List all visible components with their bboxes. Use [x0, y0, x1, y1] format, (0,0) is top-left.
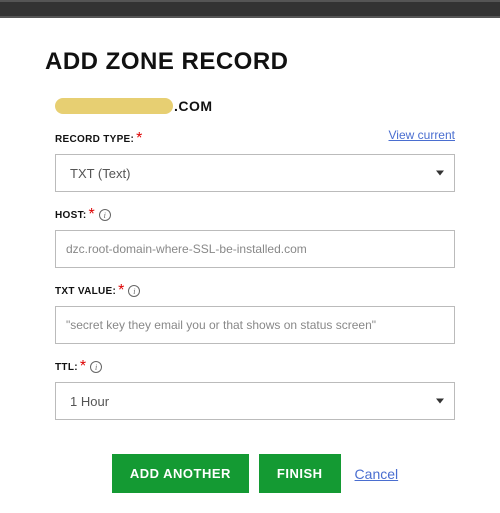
ttl-label: TTL: — [55, 362, 78, 373]
txt-value-input-wrap — [55, 306, 455, 344]
form-container: ADD ZONE RECORD .COM RECORD TYPE: * View… — [0, 18, 500, 513]
ttl-value: 1 Hour — [70, 394, 109, 409]
domain-suffix: .COM — [174, 98, 213, 114]
view-current-link[interactable]: View current — [389, 128, 455, 142]
field-record-type: RECORD TYPE: * View current TXT (Text) — [55, 130, 455, 192]
info-icon[interactable]: i — [90, 361, 102, 373]
host-label: HOST: — [55, 210, 87, 221]
txt-value-label: TXT VALUE: — [55, 286, 116, 297]
page-title: ADD ZONE RECORD — [45, 48, 455, 76]
domain-redacted — [55, 98, 173, 114]
chevron-down-icon — [436, 399, 444, 404]
txt-value-input[interactable] — [56, 307, 454, 343]
info-icon[interactable]: i — [99, 209, 111, 221]
host-input[interactable] — [56, 231, 454, 267]
add-another-button[interactable]: ADD ANOTHER — [112, 454, 249, 493]
chevron-down-icon — [436, 171, 444, 176]
required-asterisk: * — [136, 130, 142, 148]
cancel-link[interactable]: Cancel — [355, 466, 399, 482]
required-asterisk: * — [118, 282, 124, 300]
field-txt-value: TXT VALUE: * i — [55, 282, 455, 344]
top-bar — [0, 0, 500, 18]
record-type-value: TXT (Text) — [70, 166, 130, 181]
action-row: ADD ANOTHER FINISH Cancel — [55, 454, 455, 493]
record-type-select[interactable]: TXT (Text) — [55, 154, 455, 192]
zone-record-form: RECORD TYPE: * View current TXT (Text) H… — [55, 130, 455, 493]
field-host: HOST: * i — [55, 206, 455, 268]
finish-button[interactable]: FINISH — [259, 454, 341, 493]
info-icon[interactable]: i — [128, 285, 140, 297]
ttl-select[interactable]: 1 Hour — [55, 382, 455, 420]
required-asterisk: * — [89, 206, 95, 224]
domain-row: .COM — [55, 98, 455, 114]
required-asterisk: * — [80, 358, 86, 376]
host-input-wrap — [55, 230, 455, 268]
field-ttl: TTL: * i 1 Hour — [55, 358, 455, 420]
record-type-label: RECORD TYPE: — [55, 134, 134, 145]
